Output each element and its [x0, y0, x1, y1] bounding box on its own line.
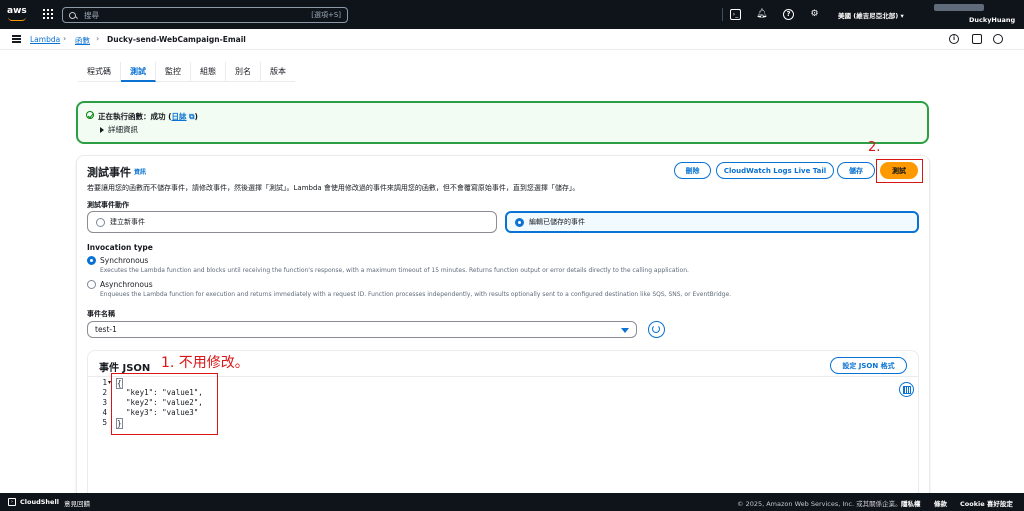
radio-edit-saved[interactable]: [515, 217, 524, 227]
tab-code[interactable]: 程式碼: [78, 62, 121, 82]
cookie-link[interactable]: Cookie 喜好設定: [960, 498, 1013, 508]
top-nav: aws 搜尋 [選項+S] ›_ 🔔︎ ? ⚙ 美國 (維吉尼亞北部) ▾ Du…: [0, 0, 1024, 29]
search-icon: [69, 11, 76, 19]
logs-link[interactable]: 日誌: [172, 112, 187, 121]
radio-synchronous[interactable]: [87, 256, 96, 265]
search-shortcut: [選項+S]: [311, 11, 341, 19]
line-number: 2: [102, 388, 107, 397]
event-action-label: 測試事件動作: [87, 201, 129, 209]
cloudshell-link[interactable]: CloudShell: [20, 498, 59, 506]
chevron-right-icon: ›: [63, 34, 67, 43]
search-placeholder: 搜尋: [84, 10, 99, 20]
aws-logo-text: aws: [7, 6, 27, 16]
synchronous-label: Synchronous: [100, 256, 149, 265]
test-event-description: 若要讓用您的函數而不儲存事件，請修改事件，然後選擇「測試」。Lambda 會使用…: [87, 184, 580, 192]
invocation-type-label: Invocation type: [87, 243, 153, 252]
breadcrumb-functions[interactable]: 函數: [75, 35, 90, 46]
settings-icon[interactable]: [993, 34, 1003, 44]
event-name-label: 事件名稱: [87, 310, 115, 318]
info-icon[interactable]: i: [949, 34, 959, 44]
chevron-right-icon: ›: [96, 34, 100, 43]
breadcrumb-function-name: Ducky-send-WebCampaign-Email: [107, 35, 246, 44]
asynchronous-description: Enqueues the Lambda function for executi…: [100, 291, 732, 298]
expand-triangle-icon[interactable]: [100, 127, 104, 133]
success-message: 正在執行函數：成功 (日誌 ⧉): [98, 112, 198, 121]
breadcrumb-lambda[interactable]: Lambda: [30, 35, 60, 44]
caret-down-icon: [621, 328, 629, 333]
create-new-event-option[interactable]: 建立新事件: [87, 211, 497, 233]
aws-logo[interactable]: aws: [7, 6, 29, 22]
radio-asynchronous[interactable]: [87, 280, 96, 289]
services-grid-icon[interactable]: [43, 9, 53, 19]
create-new-event-label: 建立新事件: [110, 218, 145, 226]
test-event-title: 測試事件: [87, 166, 131, 179]
tab-test[interactable]: 測試: [121, 62, 156, 82]
success-banner: 正在執行函數：成功 (日誌 ⧉): [76, 101, 929, 144]
synchronous-description: Executes the Lambda function and blocks …: [100, 267, 689, 274]
tab-bar: 程式碼 測試 監控 組態 別名 版本: [78, 62, 295, 82]
feedback-link[interactable]: 意見回饋: [64, 498, 90, 508]
refresh-icon[interactable]: [648, 321, 665, 338]
privacy-link[interactable]: 隱私權: [901, 498, 921, 508]
radio-create-new[interactable]: [96, 217, 105, 227]
edit-saved-event-label: 編輯已儲存的事件: [529, 218, 585, 226]
delete-button[interactable]: 刪除: [674, 162, 711, 179]
region-selector[interactable]: 美國 (維吉尼亞北部) ▾: [838, 10, 904, 20]
asynchronous-label: Asynchronous: [100, 280, 153, 289]
menu-icon[interactable]: [12, 35, 21, 43]
event-name-select[interactable]: test-1: [87, 321, 637, 338]
edit-saved-event-option[interactable]: 編輯已儲存的事件: [505, 211, 919, 233]
external-link-icon: ⧉: [186, 112, 195, 121]
format-json-button[interactable]: 設定 JSON 格式: [830, 357, 907, 374]
cloudshell-footer-icon[interactable]: ›: [8, 498, 16, 506]
gear-icon[interactable]: ⚙: [809, 9, 820, 20]
tab-configuration[interactable]: 組態: [191, 62, 226, 82]
event-name-value: test-1: [95, 325, 117, 334]
bell-icon[interactable]: 🔔︎: [756, 9, 767, 20]
account-menu[interactable]: DuckyHuang: [969, 16, 1015, 24]
line-number: 1: [102, 378, 107, 387]
details-toggle[interactable]: 詳細資訊: [108, 124, 138, 135]
terms-link[interactable]: 條款: [934, 498, 947, 508]
help-icon[interactable]: ?: [783, 9, 794, 20]
cloudshell-icon[interactable]: ›_: [730, 9, 741, 20]
format-settings-icon[interactable]: [899, 382, 914, 397]
save-button[interactable]: 儲存: [837, 162, 875, 179]
line-number: 4: [102, 408, 107, 417]
breadcrumb: Lambda › 函數 › Ducky-send-WebCampaign-Ema…: [0, 29, 1024, 50]
footer: › CloudShell 意見回饋 © 2025, Amazon Web Ser…: [0, 493, 1024, 511]
line-number: 3: [102, 398, 107, 407]
annotation-step-2: 2.: [868, 140, 881, 155]
annotation-box-json: [111, 373, 218, 435]
annotation-step-1: 1. 不用修改。: [161, 355, 249, 371]
tab-aliases[interactable]: 別名: [226, 62, 261, 82]
info-link[interactable]: 資訊: [134, 167, 146, 176]
live-tail-button[interactable]: CloudWatch Logs Live Tail: [716, 162, 834, 179]
line-number: 5: [102, 418, 107, 427]
event-json-title: 事件 JSON: [99, 363, 151, 374]
tab-monitor[interactable]: 監控: [156, 62, 191, 82]
copyright: © 2025, Amazon Web Services, Inc. 或其關係企業…: [737, 500, 902, 508]
feedback-icon[interactable]: [972, 34, 982, 44]
search-input[interactable]: 搜尋 [選項+S]: [62, 7, 348, 23]
annotation-box-test: [876, 159, 923, 183]
account-id-redacted: [934, 4, 984, 11]
success-check-icon: [86, 111, 94, 119]
tab-versions[interactable]: 版本: [261, 62, 295, 82]
